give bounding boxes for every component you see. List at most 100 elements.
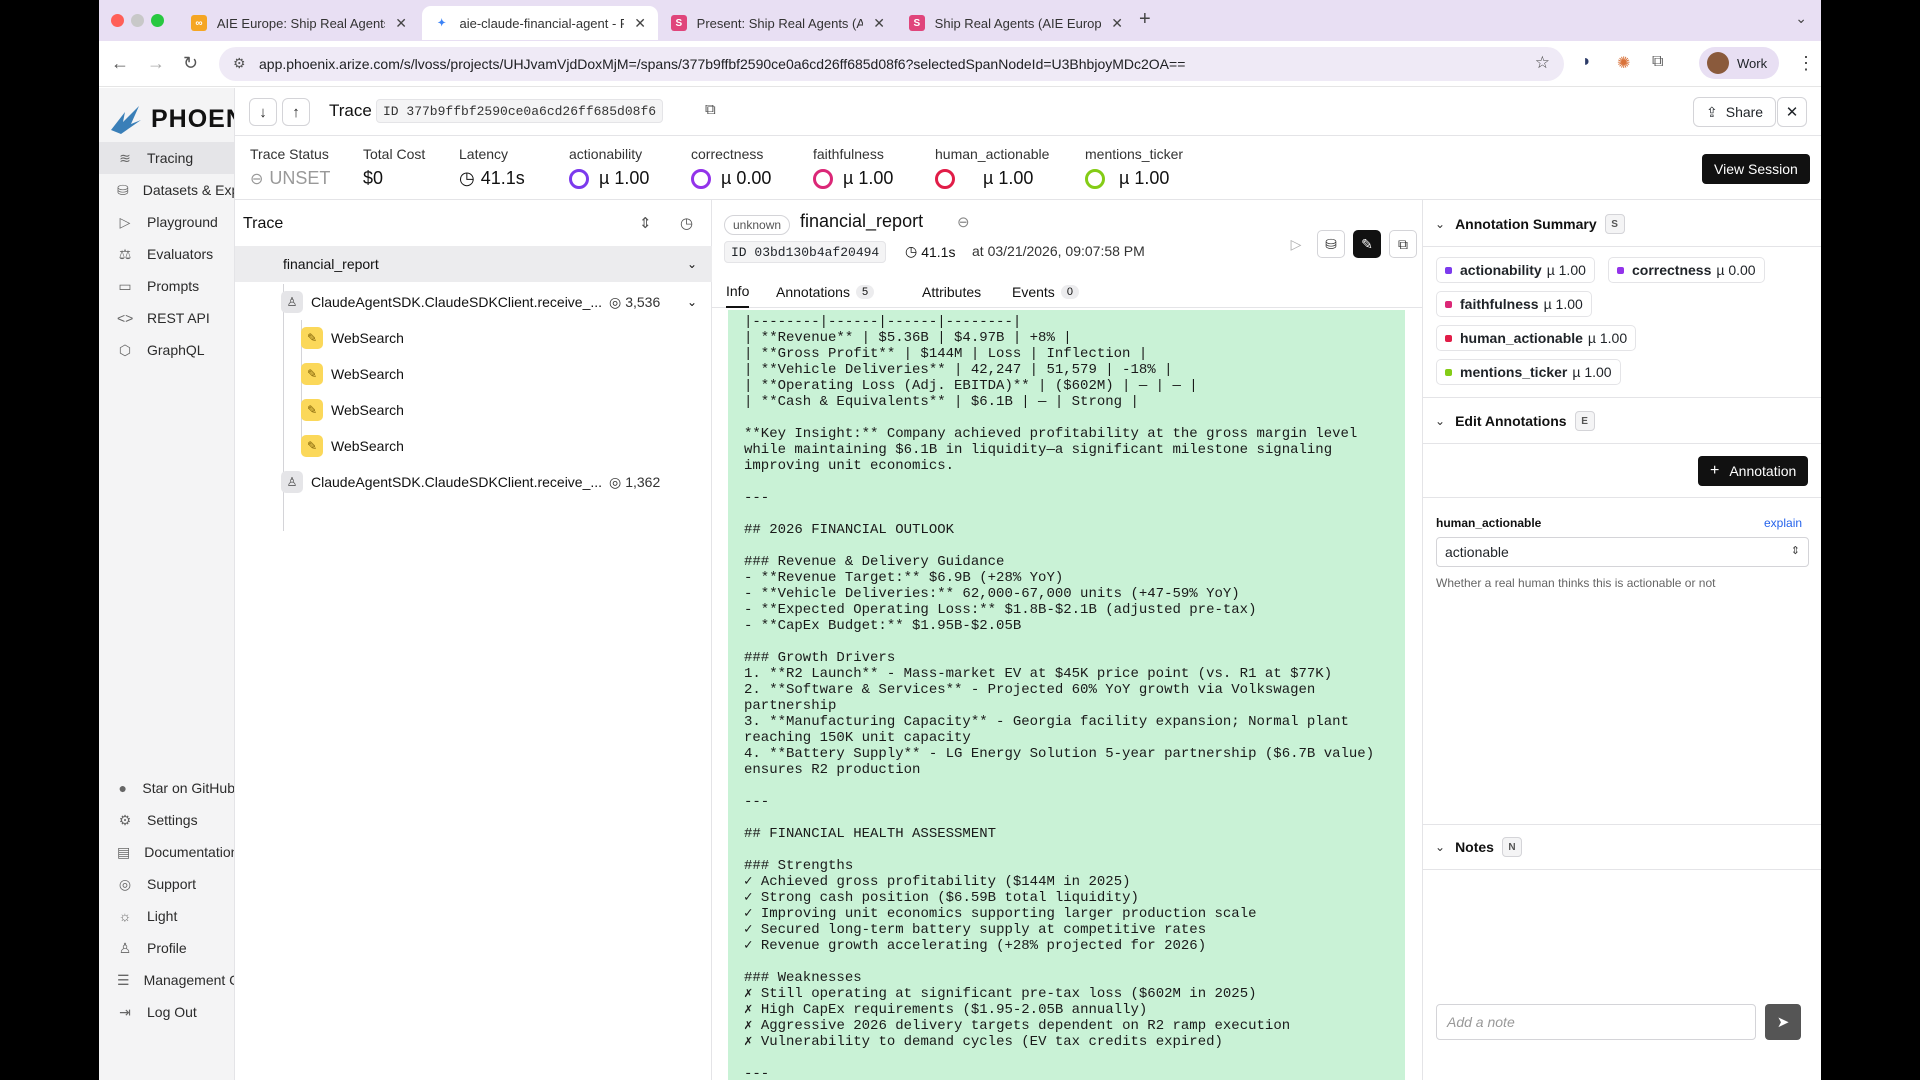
tree-row-tool[interactable]: ✎ WebSearch	[235, 320, 712, 356]
tab-info[interactable]: Info	[726, 276, 750, 308]
annotation-chip[interactable]: human_actionable µ 1.00	[1436, 325, 1637, 351]
metric-label: correctness	[691, 146, 764, 162]
site-settings-icon[interactable]: ⚙	[233, 55, 246, 72]
tool-icon: ✎	[301, 327, 323, 349]
share-button[interactable]: ⇪ Share	[1693, 97, 1777, 127]
view-session-button[interactable]: View Session	[1702, 154, 1810, 184]
send-note-button[interactable]: ➤	[1765, 1004, 1801, 1040]
close-button[interactable]: ✕	[1777, 97, 1807, 127]
tree-row-agent[interactable]: ♙ ClaudeAgentSDK.ClaudeSDKClient.receive…	[235, 284, 712, 320]
chevron-down-icon[interactable]: ⌄	[687, 295, 697, 309]
support-icon: ◎	[118, 875, 132, 892]
sidebar-item-graphql[interactable]: ⬡ GraphQL	[99, 334, 234, 366]
select-value: actionable	[1445, 544, 1509, 560]
sidebar-item-tracing[interactable]: ≋ Tracing	[99, 142, 234, 174]
annotation-chip[interactable]: actionability µ 1.00	[1436, 257, 1595, 283]
chevron-down-icon[interactable]: ⌄	[1795, 10, 1807, 27]
address-bar[interactable]: ⚙ app.phoenix.arize.com/s/lvoss/projects…	[219, 47, 1564, 81]
close-tab-icon[interactable]: ✕	[1111, 15, 1123, 32]
sidebar-item-playground[interactable]: ▷ Playground	[99, 206, 234, 238]
tab-events[interactable]: Events 0	[1012, 276, 1079, 308]
collapse-all-icon[interactable]: ⇕	[639, 214, 652, 232]
browser-tab[interactable]: S Present: Ship Real Agents (AIE ✕	[659, 6, 897, 40]
color-dot-icon	[1617, 266, 1624, 274]
close-tab-icon[interactable]: ✕	[395, 15, 407, 32]
metric-mentions-ticker: mentions_ticker µ 1.00	[1085, 146, 1183, 189]
dataset-icon[interactable]: ⛁	[1317, 230, 1345, 258]
sidebar-item-profile[interactable]: ♙ Profile	[99, 932, 234, 964]
add-annotation-button[interactable]: + Annotation	[1698, 456, 1809, 486]
tab-annotations[interactable]: Annotations 5	[776, 276, 875, 308]
browser-tab[interactable]: ∞ AIE Europe: Ship Real Agents ✕	[179, 6, 419, 40]
sidebar-item-rest-api[interactable]: <> REST API	[99, 302, 234, 334]
back-arrow-icon[interactable]: ←	[111, 53, 129, 74]
sidebar-item-settings[interactable]: ⚙ Settings	[99, 804, 234, 836]
share-icon: ⇪	[1706, 103, 1718, 120]
copy-icon[interactable]: ⧉	[705, 101, 716, 118]
tree-row-tool[interactable]: ✎ WebSearch	[235, 356, 712, 392]
sidebar-item-evaluators[interactable]: ⚖ Evaluators	[99, 238, 234, 270]
explain-link[interactable]: explain	[1764, 516, 1802, 530]
annotation-chip[interactable]: correctness µ 0.00	[1608, 257, 1765, 283]
tree-row-root[interactable]: financial_report ⌄	[235, 246, 712, 282]
profile-button[interactable]: Work	[1699, 47, 1779, 79]
gear-icon: ⚙	[118, 811, 132, 828]
sidebar-item-github[interactable]: ● Star on GitHub	[99, 772, 234, 804]
chevron-down-icon[interactable]: ⌄	[687, 257, 697, 271]
star-icon[interactable]: ☆	[1535, 53, 1550, 73]
tree-row-tool[interactable]: ✎ WebSearch	[235, 428, 712, 464]
chip-value: µ 1.00	[1572, 364, 1612, 380]
copy-icon[interactable]: ⧉	[1389, 230, 1417, 258]
tree-row-agent[interactable]: ♙ ClaudeAgentSDK.ClaudeSDKClient.receive…	[235, 464, 712, 500]
sidebar-item-logout[interactable]: ⇥ Log Out	[99, 996, 234, 1028]
timer-icon[interactable]: ◷	[680, 214, 693, 232]
phoenix-logo[interactable]: PHOENIX	[109, 102, 234, 136]
close-tab-icon[interactable]: ✕	[634, 15, 646, 32]
annotate-pencil-icon[interactable]: ✎	[1353, 230, 1381, 258]
sidebar-item-prompts[interactable]: ▭ Prompts	[99, 270, 234, 302]
trace-metrics: Trace Status ⊖ UNSET Total Cost $0 Latenc…	[235, 136, 1821, 200]
trace-title: Trace	[329, 101, 372, 120]
annotation-chip[interactable]: mentions_ticker µ 1.00	[1436, 359, 1621, 385]
sidebar-item-datasets[interactable]: ⛁ Datasets & Experiments	[99, 174, 234, 206]
note-input[interactable]: Add a note	[1436, 1004, 1756, 1040]
metric-label: Trace Status	[250, 146, 329, 162]
prompts-icon: ▭	[118, 277, 132, 294]
tab-title: AIE Europe: Ship Real Agents	[216, 15, 386, 31]
claude-icon[interactable]: ✺	[1617, 53, 1630, 73]
annotation-summary-header[interactable]: ⌄ Annotation Summary S	[1435, 214, 1625, 234]
minimize-window-button[interactable]	[131, 14, 144, 27]
extension-icon[interactable]: ◗	[1582, 53, 1592, 71]
edit-annotations-header[interactable]: ⌄ Edit Annotations E	[1435, 411, 1595, 431]
new-tab-button[interactable]: +	[1139, 8, 1151, 31]
puzzle-icon[interactable]: ⧉	[1652, 53, 1663, 71]
select-arrows-icon: ⇕	[1790, 545, 1800, 557]
span-output-content[interactable]: |--------|------|------|--------| | **Re…	[728, 310, 1405, 1080]
sidebar-item-support[interactable]: ◎ Support	[99, 868, 234, 900]
more-vertical-icon[interactable]: ⋮	[1797, 53, 1815, 74]
forward-arrow-icon[interactable]: →	[147, 53, 165, 74]
next-trace-button[interactable]: ↓	[249, 98, 277, 126]
metric-value: µ 1.00	[813, 168, 893, 189]
sidebar-item-light[interactable]: ☼ Light	[99, 900, 234, 932]
annotation-value-select[interactable]: actionable ⇕	[1436, 537, 1809, 567]
sidebar-item-management[interactable]: ☰ Management Console	[99, 964, 234, 996]
chip-name: human_actionable	[1460, 330, 1583, 346]
maximize-window-button[interactable]	[151, 14, 164, 27]
sidebar-item-label: Settings	[147, 812, 198, 828]
close-tab-icon[interactable]: ✕	[873, 15, 885, 32]
notes-header[interactable]: ⌄ Notes N	[1435, 837, 1522, 857]
metric-value-text: µ 1.00	[983, 168, 1034, 188]
span-name: WebSearch	[331, 438, 404, 454]
close-window-button[interactable]	[111, 14, 124, 27]
sidebar-item-documentation[interactable]: ▤ Documentation	[99, 836, 234, 868]
tree-row-tool[interactable]: ✎ WebSearch	[235, 392, 712, 428]
tab-attributes[interactable]: Attributes	[922, 276, 981, 308]
browser-tab-active[interactable]: ✦ aie-claude-financial-agent - P ✕	[422, 6, 658, 40]
chevron-down-icon: ⌄	[1435, 414, 1446, 428]
browser-tab[interactable]: S Ship Real Agents (AIE Europe) ✕	[897, 6, 1135, 40]
previous-trace-button[interactable]: ↑	[282, 98, 310, 126]
play-icon[interactable]: ▷	[1282, 230, 1310, 258]
reload-icon[interactable]: ↻	[183, 53, 198, 74]
annotation-chip[interactable]: faithfulness µ 1.00	[1436, 291, 1592, 317]
